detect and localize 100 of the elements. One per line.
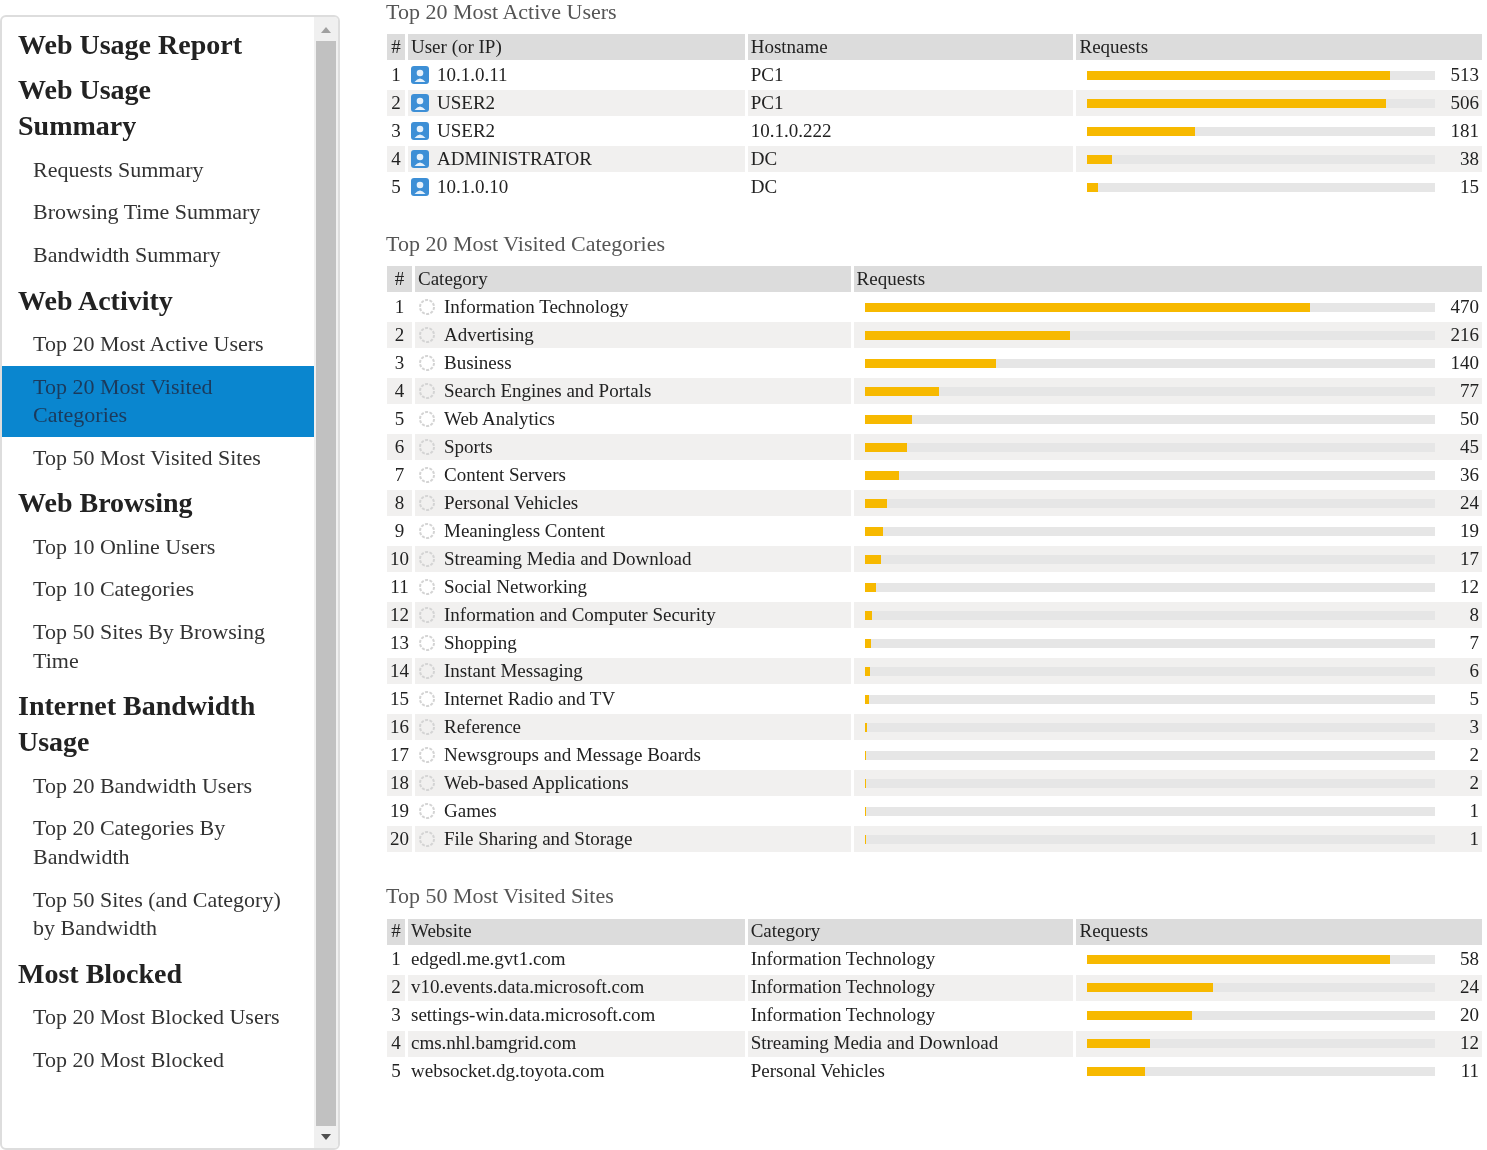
category-name: Meaningless Content [444,519,605,543]
category-icon [418,606,436,625]
row-number: 4 [387,146,405,173]
category-icon [418,382,436,401]
sidebar-link[interactable]: Top 10 Categories [2,568,314,611]
category-name: Sports [444,435,493,459]
sidebar-link[interactable]: Top 20 Bandwidth Users [2,764,314,808]
request-count: 140 [1449,351,1479,375]
user-name: 10.1.0.10 [437,175,509,199]
row-number: 18 [387,770,412,797]
request-count: 11 [1459,1060,1479,1083]
table-cell: DC [747,146,1074,173]
user-name: ADMINISTRATOR [437,147,592,171]
sidebar-link[interactable]: Top 20 Categories By Bandwidth [2,807,314,879]
category-name: Information and Computer Security [444,603,716,627]
category-icon [418,494,436,513]
column-header: Website [408,918,745,945]
user-icon [411,122,429,141]
request-count: 15 [1459,175,1479,199]
row-number: 10 [387,546,412,573]
category-icon [418,830,436,849]
scroll-up-icon[interactable] [320,25,332,35]
category-name: Instant Messaging [444,659,583,683]
column-header: Requests [1076,918,1482,945]
row-number: 16 [387,714,412,741]
category-icon [418,354,436,373]
category-name: Shopping [444,631,517,655]
column-header: Requests [853,266,1482,293]
category-icon [418,550,436,569]
row-number: 14 [387,658,412,685]
user-name: USER2 [437,119,496,143]
table-cell: Streaming Media and Download [747,1030,1074,1057]
column-header: Hostname [747,34,1074,61]
sidebar-heading: Most Blocked [17,956,184,991]
row-number: 4 [387,378,412,405]
row-number: 2 [387,322,412,349]
table-cell: cms.nhl.bamgrid.com [408,1030,745,1057]
sidebar-heading: Internet Bandwidth Usage [17,689,257,760]
section-title: Top 50 Most Visited Sites [386,884,615,909]
user-icon [411,66,429,85]
table-cell: PC1 [747,90,1074,117]
request-count: 17 [1459,547,1479,571]
column-header: Requests [1076,34,1482,61]
request-count: 506 [1449,91,1479,115]
category-icon [418,410,436,429]
sidebar-title: Web Usage Report [17,28,243,62]
user-icon [411,150,429,169]
row-number: 6 [387,434,412,461]
column-header: # [387,266,412,293]
request-count: 3 [1468,715,1479,739]
category-icon [418,718,436,737]
request-count: 216 [1449,323,1479,347]
category-name: Content Servers [444,463,566,487]
request-count: 58 [1459,948,1479,971]
category-icon [418,774,436,793]
row-number: 4 [387,1030,405,1057]
category-icon [418,802,436,821]
user-icon [411,178,429,197]
sidebar-link[interactable]: Top 50 Sites (and Category) by Bandwidth [2,878,314,950]
sidebar-heading: Web Activity [17,283,174,318]
sidebar-link[interactable]: Requests Summary [2,148,314,192]
table-cell: v10.events.data.microsoft.com [408,974,745,1001]
request-count: 181 [1449,119,1479,143]
request-count: 45 [1459,435,1479,459]
category-icon [418,578,436,597]
category-name: Games [444,799,497,823]
category-name: Social Networking [444,575,587,599]
category-icon [418,662,436,681]
request-count: 5 [1468,687,1479,711]
sidebar-heading: Web Usage Summary [17,73,152,144]
request-count: 470 [1449,295,1479,319]
request-count: 24 [1459,491,1479,515]
scroll-down-icon[interactable] [320,1132,332,1142]
category-icon [418,690,436,709]
request-count: 1 [1468,799,1479,823]
table-cell: Information Technology [747,974,1074,1001]
sidebar-link[interactable]: Top 20 Most Active Users [2,322,314,366]
sidebar-link[interactable]: Browsing Time Summary [2,191,314,234]
sidebar-link[interactable]: Top 50 Most Visited Sites [2,436,314,480]
sidebar-link[interactable]: Top 20 Most Blocked [2,1038,314,1082]
sidebar-link[interactable]: Top 50 Sites By Browsing Time [2,610,314,683]
category-icon [418,746,436,765]
category-name: Advertising [444,323,534,347]
category-name: Internet Radio and TV [444,687,616,711]
column-header: Category [747,918,1074,945]
category-name: Newsgroups and Message Boards [444,743,701,767]
sidebar-link[interactable]: Bandwidth Summary [2,233,314,277]
row-number: 2 [387,974,405,1001]
request-count: 8 [1468,603,1479,627]
request-count: 2 [1468,771,1479,795]
request-count: 50 [1459,407,1479,431]
request-count: 2 [1468,743,1479,767]
request-count: 513 [1449,63,1479,87]
row-number: 12 [387,602,412,629]
sidebar-link[interactable]: Top 20 Most Blocked Users [2,996,314,1039]
category-icon [418,522,436,541]
sidebar-link[interactable]: Top 10 Online Users [2,525,314,569]
category-name: Reference [444,715,521,739]
category-name: Search Engines and Portals [444,379,652,403]
column-header: User (or IP) [408,34,745,61]
